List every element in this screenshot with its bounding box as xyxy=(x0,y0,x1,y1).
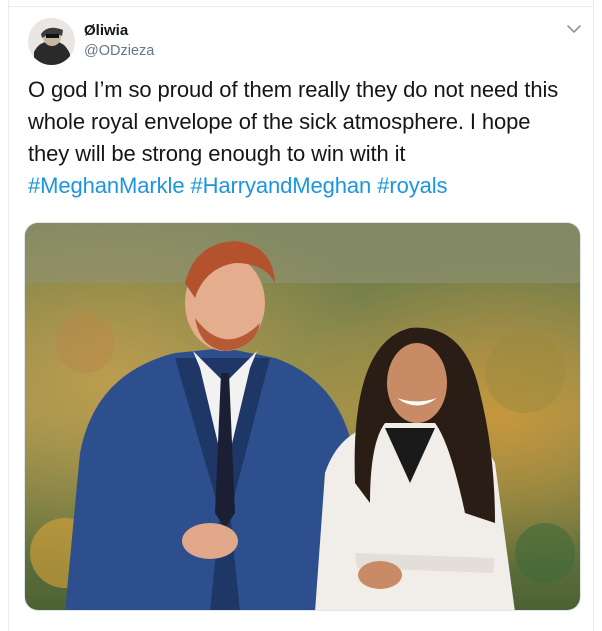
tweet-photo[interactable] xyxy=(24,222,581,611)
hashtag-link[interactable]: #HarryandMeghan xyxy=(190,173,371,198)
divider xyxy=(9,6,593,7)
hashtag-link[interactable]: #MeghanMarkle xyxy=(28,173,185,198)
tweet-text-line: O god I’m so proud of them really they d… xyxy=(28,77,559,102)
avatar[interactable] xyxy=(28,18,75,65)
user-handle[interactable]: @ODzieza xyxy=(84,43,154,59)
tweet-card[interactable]: Øliwia @ODzieza O god I’m so proud of th… xyxy=(8,0,594,631)
tweet-text-line: they will be strong enough to win with i… xyxy=(28,141,406,166)
hashtag-link[interactable]: #royals xyxy=(377,173,447,198)
tweet-text: O god I’m so proud of them really they d… xyxy=(28,74,588,202)
chevron-down-icon[interactable] xyxy=(565,22,583,36)
tweet-text-line: whole royal envelope of the sick atmosph… xyxy=(28,109,531,134)
hashtags: #MeghanMarkle #HarryandMeghan #royals xyxy=(28,170,588,202)
display-name[interactable]: Øliwia xyxy=(84,22,128,39)
